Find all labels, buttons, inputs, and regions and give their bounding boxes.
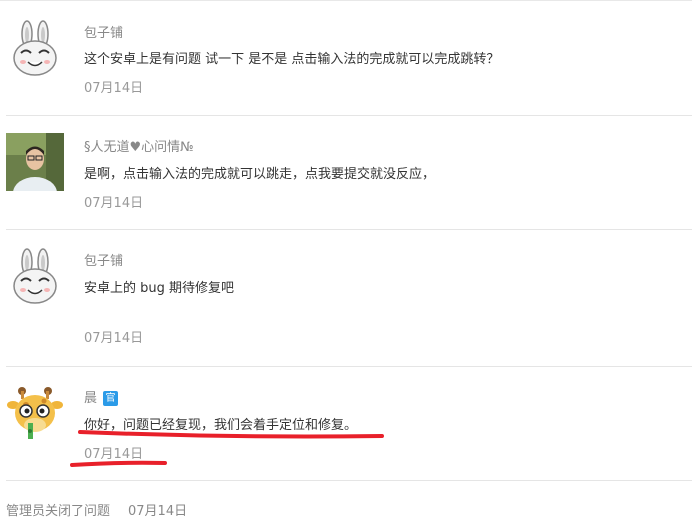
giraffe-avatar[interactable] [6, 385, 64, 443]
comment-author[interactable]: 晨官 [84, 387, 119, 406]
author-name[interactable]: 晨 [84, 391, 97, 406]
comment-item: 包子铺 这个安卓上是有问题 试一下 是不是 点击输入法的完成就可以完成跳转？ 0… [0, 0, 692, 116]
rabbit-avatar[interactable] [6, 20, 64, 78]
comment-author[interactable]: §人无道♥心问情№ [84, 136, 194, 155]
comment-date: 07月14日 [84, 196, 144, 211]
close-status-text: 管理员关闭了问题 [6, 504, 111, 519]
rabbit-avatar[interactable] [6, 248, 64, 306]
comment-divider [6, 480, 692, 481]
comment-text: 你好，问题已经复现，我们会着手定位和修复。 [84, 418, 358, 433]
official-badge: 官 [103, 391, 119, 406]
comment-date: 07月14日 [84, 331, 144, 346]
comment-text: 安卓上的 bug 期待修复吧 [84, 281, 235, 296]
comment-item: 包子铺 安卓上的 bug 期待修复吧 07月14日 [0, 230, 692, 367]
user-photo-avatar[interactable] [6, 133, 64, 191]
comment-item: §人无道♥心问情№ 是啊，点击输入法的完成就可以跳走，点我要提交就没反应， 07… [0, 116, 692, 230]
comment-author[interactable]: 包子铺 [84, 250, 123, 269]
comment-item: 晨官 你好，问题已经复现，我们会着手定位和修复。 07月14日 [0, 367, 692, 481]
close-status-date: 07月14日 [128, 504, 188, 519]
comment-date: 07月14日 [84, 81, 144, 96]
comment-author[interactable]: 包子铺 [84, 22, 123, 41]
close-status-line: 管理员关闭了问题 07月14日 [6, 500, 187, 519]
comment-text: 这个安卓上是有问题 试一下 是不是 点击输入法的完成就可以完成跳转？ [84, 52, 500, 67]
comment-text: 是啊，点击输入法的完成就可以跳走，点我要提交就没反应， [84, 167, 436, 182]
comment-date: 07月14日 [84, 447, 144, 462]
